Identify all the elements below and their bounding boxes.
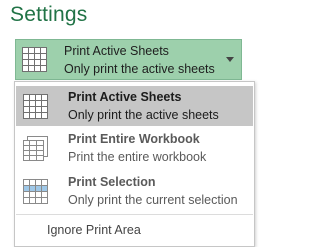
print-settings-panel: Settings Print Active Sheets Only print …: [0, 0, 258, 247]
menu-item-title: Print Active Sheets: [68, 90, 182, 104]
menu-item-description: Only print the active sheets: [68, 108, 219, 122]
entire-workbook-icon: [23, 136, 48, 161]
dropdown-description: Only print the active sheets: [64, 62, 215, 76]
menu-item-title: Print Entire Workbook: [68, 132, 200, 146]
menu-item-description: Print the entire workbook: [68, 150, 207, 164]
menu-item-print-entire-workbook[interactable]: Print Entire Workbook Print the entire w…: [16, 128, 253, 168]
active-sheets-icon: [23, 94, 48, 119]
menu-item-print-active-sheets[interactable]: Print Active Sheets Only print the activ…: [16, 86, 253, 126]
active-sheets-icon: [22, 47, 47, 72]
dropdown-title: Print Active Sheets: [64, 44, 169, 58]
selection-icon: [23, 179, 48, 204]
menu-item-description: Only print the current selection: [68, 193, 238, 207]
print-what-menu: Print Active Sheets Only print the activ…: [14, 81, 255, 247]
menu-item-print-selection[interactable]: Print Selection Only print the current s…: [16, 171, 253, 211]
settings-heading: Settings: [10, 3, 88, 26]
print-what-dropdown[interactable]: Print Active Sheets Only print the activ…: [15, 39, 242, 80]
menu-item-title: Print Selection: [68, 175, 156, 189]
chevron-down-icon[interactable]: [226, 57, 234, 62]
ignore-print-area-option[interactable]: Ignore Print Area: [47, 223, 141, 237]
menu-divider: [16, 214, 253, 215]
